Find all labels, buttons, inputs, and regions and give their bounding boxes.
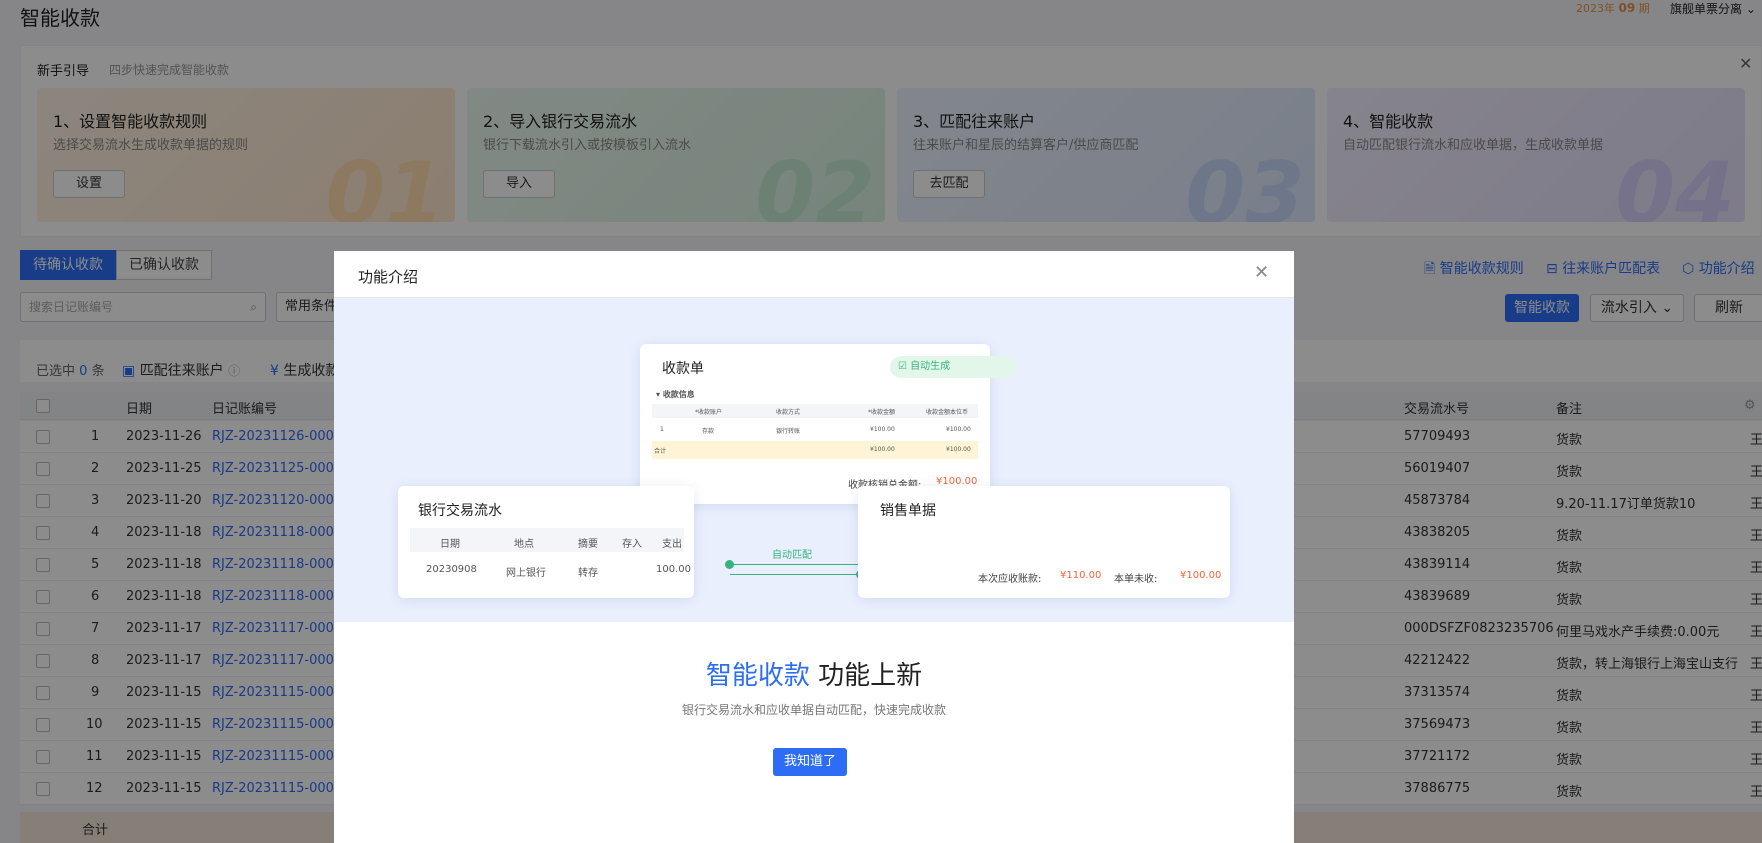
headline-blue: 智能收款: [705, 661, 810, 691]
modal-headline: 智能收款 功能上新: [334, 655, 1294, 692]
bank-cell: 网上银行: [506, 568, 546, 579]
bank-cell: 100.00: [656, 564, 691, 575]
mini-col-4: 收款金额本位币: [926, 409, 969, 416]
section-label-text: 收款信息: [662, 390, 695, 399]
bank-cell: 20230908: [426, 564, 477, 575]
match-line: [730, 564, 860, 565]
modal-subtitle: 银行交易流水和应收单据自动匹配，快速完成收款: [681, 703, 946, 717]
mini-col-1: *收款账户: [695, 409, 723, 416]
unpaid-label: 本单未收:: [1114, 574, 1158, 585]
recv-value: ¥110.00: [1060, 570, 1102, 581]
bank-col: 支出: [662, 539, 682, 550]
bank-cell: 转存: [578, 568, 598, 579]
section-label: ▾ 收款信息: [656, 390, 695, 399]
auto-match-label: 自动匹配: [772, 550, 812, 561]
mini-cell: 1: [660, 426, 664, 433]
unpaid-value: ¥100.00: [1180, 570, 1222, 581]
bank-col: 存入: [622, 539, 642, 550]
mini-cell: ¥100.00: [870, 426, 895, 433]
modal-header: 功能介绍 ✕: [334, 251, 1294, 298]
bank-col: 地点: [514, 539, 534, 550]
feature-intro-modal: 功能介绍 ✕ 收款单 ☑ 自动生成 ▾ 收款信息 *收款账户 收款方式 *收款金…: [334, 251, 1294, 843]
mini-col-3: *收款金额: [868, 409, 896, 416]
sales-title: 销售单据: [880, 503, 936, 519]
auto-badge-label: 自动生成: [910, 361, 951, 372]
mini-cell: 存款: [702, 428, 715, 435]
got-it-button[interactable]: 我知道了: [773, 748, 847, 776]
mini-cell: ¥100.00: [946, 426, 971, 433]
bank-flow-card: 银行交易流水 日期 地点 摘要 存入 支出 20230908 网上银行 转存 1…: [398, 486, 694, 598]
bank-col: 摘要: [578, 539, 598, 550]
auto-badge: ☑ 自动生成: [890, 356, 1016, 378]
check-icon: ☑: [898, 361, 907, 372]
illustration: 收款单 ☑ 自动生成 ▾ 收款信息 *收款账户 收款方式 *收款金额 收款金额本…: [334, 298, 1294, 622]
mini-total-1: ¥100.00: [870, 446, 895, 453]
modal-title: 功能介绍: [358, 268, 419, 286]
receipt-card: 收款单 ☑ 自动生成 ▾ 收款信息 *收款账户 收款方式 *收款金额 收款金额本…: [640, 344, 1016, 504]
page: 智能收款 2023年 09 期 旗舰单票分离 ⌄ 新手引导 四步快速完成智能收款…: [0, 0, 1762, 843]
mini-total-2: ¥100.00: [946, 446, 971, 453]
match-line: [730, 574, 860, 575]
receipt-title: 收款单: [662, 361, 704, 377]
mini-cell: 银行转账: [776, 428, 801, 435]
headline-black: 功能上新: [818, 661, 923, 691]
close-icon[interactable]: ✕: [1254, 262, 1269, 283]
match-dot: [725, 560, 734, 569]
sales-doc-card: 销售单据 本次应收账款: ¥110.00 本单未收: ¥100.00: [858, 486, 1230, 598]
bank-col: 日期: [440, 539, 460, 550]
mini-col-2: 收款方式: [776, 409, 801, 416]
bank-title: 银行交易流水: [418, 503, 502, 519]
recv-label: 本次应收账款:: [978, 574, 1042, 585]
mini-total-row: [652, 441, 978, 459]
mini-total-label: 合计: [654, 448, 667, 455]
